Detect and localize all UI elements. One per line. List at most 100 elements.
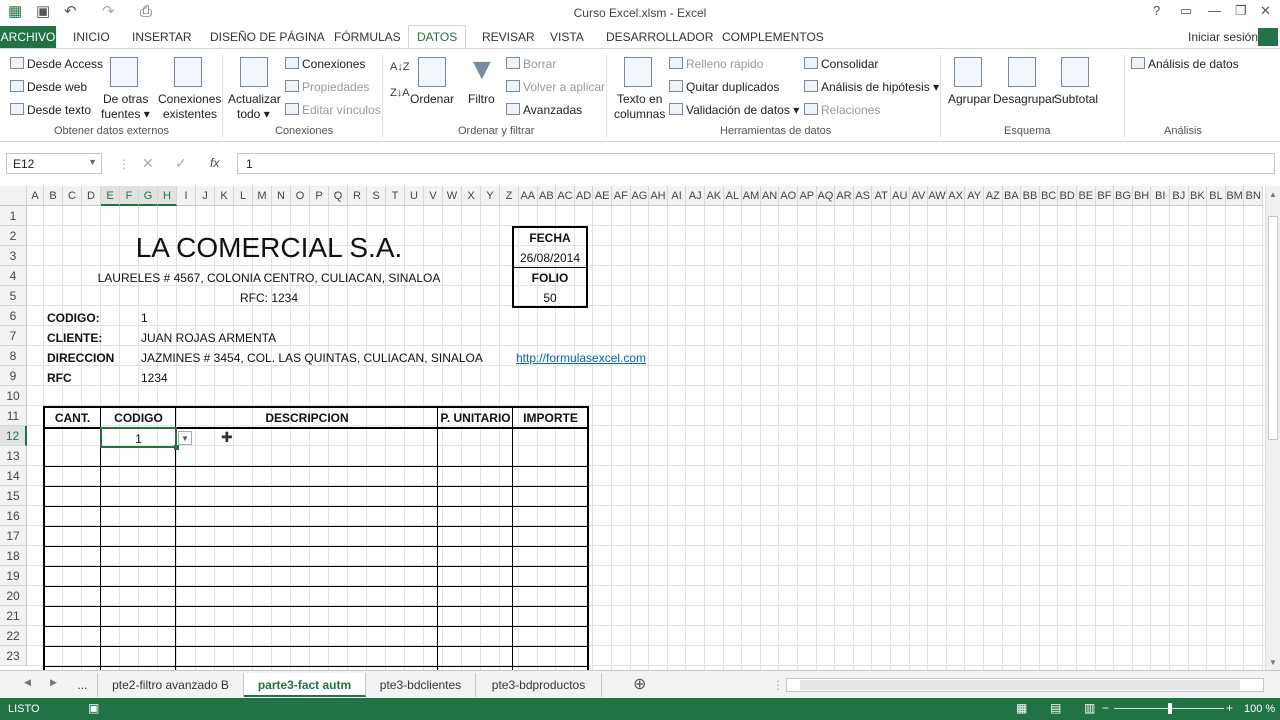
column-header[interactable]: BM (1225, 186, 1245, 206)
de-otras-fuentes-label[interactable]: fuentes ▾ (101, 107, 150, 121)
sort-az-icon[interactable]: A↓Z (390, 61, 410, 73)
sheet-tab[interactable]: pte2-filtro avanzado B (98, 673, 244, 697)
column-header[interactable]: BC (1039, 186, 1059, 206)
column-header[interactable]: H (158, 186, 177, 206)
header-importe[interactable]: IMPORTE (513, 408, 588, 428)
header-codigo[interactable]: CODIGO (101, 408, 176, 428)
avatar[interactable] (1258, 28, 1278, 46)
direccion-value[interactable]: JAZMINES # 3454, COL. LAS QUINTAS, CULIA… (141, 348, 483, 368)
fill-handle[interactable] (174, 445, 179, 450)
row-header[interactable]: 23 (0, 646, 27, 666)
header-cant[interactable]: CANT. (44, 408, 101, 428)
column-header[interactable]: AD (574, 186, 594, 206)
column-header[interactable]: W (443, 186, 462, 206)
column-header[interactable]: AW (928, 186, 947, 206)
website-link[interactable]: http://formulasexcel.com (516, 348, 646, 368)
folio-label[interactable]: FOLIO (513, 268, 587, 288)
scroll-up-icon[interactable]: ▲ (1269, 190, 1277, 199)
column-header[interactable]: BK (1188, 186, 1208, 206)
tab-insertar[interactable]: INSERTAR (132, 30, 192, 44)
actualizar-todo-button[interactable]: Actualizar (228, 92, 281, 106)
column-header[interactable]: AK (705, 186, 724, 206)
column-header[interactable]: A (27, 186, 44, 206)
column-header[interactable]: AX (946, 186, 966, 206)
row-header[interactable]: 18 (0, 546, 27, 566)
column-header[interactable]: AB (537, 186, 557, 206)
column-header[interactable]: AR (835, 186, 854, 206)
macro-record-icon[interactable]: ▣ (88, 701, 99, 715)
column-header[interactable]: L (234, 186, 253, 206)
column-header[interactable]: BB (1021, 186, 1040, 206)
conexiones-button[interactable]: Conexiones (285, 57, 365, 71)
column-header[interactable]: AS (853, 186, 873, 206)
actualizar-todo-label[interactable]: todo ▾ (237, 107, 270, 121)
company-name[interactable]: LA COMERCIAL S.A. (62, 228, 476, 268)
row-header[interactable]: 4 (0, 266, 27, 286)
column-header[interactable]: AJ (686, 186, 705, 206)
tab-inicio[interactable]: INICIO (73, 30, 110, 44)
row-header[interactable]: 21 (0, 606, 27, 626)
column-header[interactable]: AM (742, 186, 761, 206)
folio-value[interactable]: 50 (513, 288, 587, 308)
ordenar-button[interactable]: Ordenar (410, 92, 454, 106)
h-scrollbar-thumb[interactable] (800, 680, 1240, 690)
active-cell[interactable] (100, 427, 177, 448)
analisis-hipotesis-button[interactable]: Análisis de hipótesis ▾ (804, 80, 939, 94)
row-header[interactable]: 12 (0, 426, 27, 446)
sort-za-icon[interactable]: Z↓A (390, 87, 410, 99)
page-layout-icon[interactable]: ▤ (1050, 701, 1061, 715)
name-box[interactable]: E12 ▼ (6, 153, 102, 174)
normal-view-icon[interactable]: ▦ (1016, 701, 1027, 715)
desagrupar-button[interactable]: Desagrupar (993, 92, 1056, 106)
column-header[interactable]: F (120, 186, 139, 206)
row-header[interactable]: 9 (0, 366, 27, 386)
column-header[interactable]: BL (1207, 186, 1226, 206)
fecha-label[interactable]: FECHA (513, 228, 587, 248)
column-header[interactable]: J (196, 186, 215, 206)
row-header[interactable]: 1 (0, 206, 27, 226)
column-header[interactable]: BD (1058, 186, 1077, 206)
de-otras-fuentes-button[interactable]: De otras (103, 92, 148, 106)
insert-function-icon[interactable]: fx (210, 156, 219, 170)
codigo-value[interactable]: 1 (141, 308, 148, 328)
fecha-value[interactable]: 26/08/2014 (513, 248, 587, 268)
column-header[interactable]: P (310, 186, 329, 206)
column-header[interactable]: R (348, 186, 367, 206)
column-header[interactable]: AY (965, 186, 984, 206)
column-header[interactable]: I (177, 186, 196, 206)
row-header[interactable]: 22 (0, 626, 27, 646)
row-header[interactable]: 10 (0, 386, 27, 406)
company-address[interactable]: LAURELES # 4567, COLONIA CENTRO, CULIACA… (62, 268, 476, 288)
row-header[interactable]: 2 (0, 226, 27, 246)
cliente-value[interactable]: JUAN ROJAS ARMENTA (141, 328, 276, 348)
row-header[interactable]: 6 (0, 306, 27, 326)
column-header[interactable]: Q (329, 186, 348, 206)
column-header[interactable]: BF (1095, 186, 1115, 206)
row-header[interactable]: 16 (0, 506, 27, 526)
column-header[interactable]: T (386, 186, 405, 206)
column-header[interactable]: AV (909, 186, 929, 206)
chevron-down-icon[interactable]: ▼ (88, 157, 97, 167)
enter-icon[interactable]: ✓ (175, 155, 187, 172)
scrollbar-thumb[interactable] (1268, 216, 1278, 440)
formula-input[interactable]: 1 (237, 153, 1275, 174)
desde-web-button[interactable]: Desde web (10, 80, 87, 94)
validacion-button[interactable]: Validación de datos ▾ (669, 103, 799, 117)
relleno-rapido-button[interactable]: Relleno rápido (669, 57, 763, 71)
column-header[interactable]: AQ (816, 186, 836, 206)
column-header[interactable]: K (215, 186, 234, 206)
column-header[interactable]: S (367, 186, 386, 206)
borrar-button[interactable]: Borrar (506, 57, 556, 71)
row-header[interactable]: 7 (0, 326, 27, 346)
help-icon[interactable]: ? (1153, 3, 1160, 18)
column-header[interactable]: BJ (1170, 186, 1189, 206)
prev-sheet-icon[interactable]: ◀ (24, 677, 31, 688)
column-header[interactable]: AE (593, 186, 612, 206)
minimize-icon[interactable]: — (1208, 3, 1221, 18)
column-header[interactable]: Y (481, 186, 500, 206)
column-header[interactable]: AN (760, 186, 780, 206)
close-icon[interactable]: ✕ (1260, 3, 1271, 19)
rfc-label[interactable]: RFC (47, 368, 72, 388)
row-header[interactable]: 17 (0, 526, 27, 546)
column-header[interactable]: BI (1151, 186, 1170, 206)
